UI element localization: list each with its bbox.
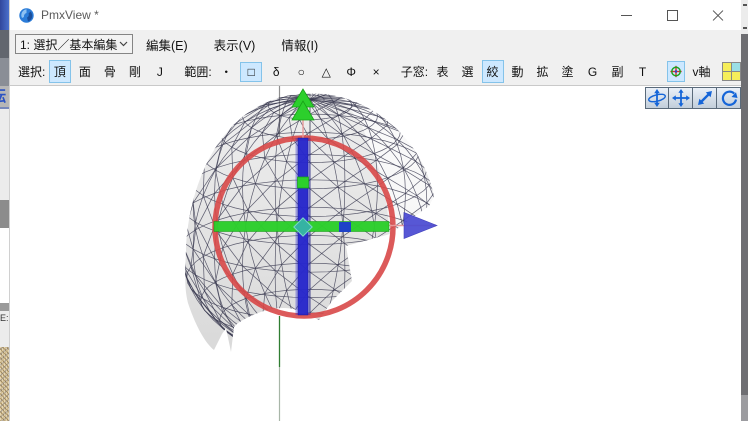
toolbar: 選択: 頂 面 骨 剛 J 範囲: ・ □ δ ○ △ Φ × 子窓: 表 選 … xyxy=(10,58,741,86)
maximize-icon xyxy=(667,10,678,21)
menu-view[interactable]: 表示(V) xyxy=(201,31,269,58)
subwin-filter-button[interactable]: 絞 xyxy=(482,60,504,83)
pmxview-window: PmxView * 1: 選択／基本編集 編集(E) 表示(V) 情報(I) 選… xyxy=(9,0,741,421)
range-delta-button[interactable]: δ xyxy=(265,62,287,82)
subwin-select-button[interactable]: 選 xyxy=(457,60,479,83)
gizmo-x-handle[interactable] xyxy=(339,222,351,232)
range-cross-button[interactable]: × xyxy=(365,62,387,82)
minimize-icon xyxy=(621,15,632,16)
gizmo-y-handle[interactable] xyxy=(298,177,309,188)
select-face-button[interactable]: 面 xyxy=(74,60,96,83)
scene-canvas[interactable] xyxy=(10,86,741,421)
chevron-down-icon xyxy=(119,41,128,47)
pan-icon xyxy=(672,89,690,107)
clipped-label-fragment: E: xyxy=(0,311,9,347)
close-button[interactable] xyxy=(695,0,741,30)
subwin-paint-button[interactable]: 塗 xyxy=(557,60,579,83)
quad-view-icon xyxy=(722,62,741,81)
maximize-button[interactable] xyxy=(649,0,695,30)
range-rect-button[interactable]: □ xyxy=(240,62,262,82)
axis-gizmo-icon xyxy=(670,63,682,80)
subwindow-group-label: 子窓: xyxy=(401,63,428,80)
gizmo-toggle-button[interactable] xyxy=(667,61,685,82)
range-phi-button[interactable]: Φ xyxy=(340,62,362,82)
edit-mode-dropdown[interactable]: 1: 選択／基本編集 xyxy=(15,34,133,54)
pan-button[interactable] xyxy=(669,87,693,109)
titlebar[interactable]: PmxView * xyxy=(10,0,741,30)
v-axis-button[interactable]: v軸 xyxy=(688,60,710,83)
subwin-expand-button[interactable]: 拡 xyxy=(532,60,554,83)
subwin-t-button[interactable]: T xyxy=(632,62,654,82)
menu-edit[interactable]: 編集(E) xyxy=(133,31,201,58)
edit-mode-value: 1: 選択／基本編集 xyxy=(20,36,119,53)
select-rigid-button[interactable]: 剛 xyxy=(124,60,146,83)
app-icon xyxy=(18,7,35,24)
background-window-right-strip xyxy=(741,0,748,421)
minimize-button[interactable] xyxy=(603,0,649,30)
range-dot-button[interactable]: ・ xyxy=(215,60,237,83)
roll-rotate-button[interactable] xyxy=(717,87,741,109)
roll-rotate-icon xyxy=(720,89,738,107)
menu-info[interactable]: 情報(I) xyxy=(268,31,331,58)
gizmo-right-arrow[interactable] xyxy=(404,213,437,239)
subwin-view-button[interactable]: 表 xyxy=(432,60,454,83)
select-bone-button[interactable]: 骨 xyxy=(99,60,121,83)
background-window-left-strip: 転 E: xyxy=(0,0,9,421)
zoom-dolly-icon xyxy=(696,89,714,107)
view-nav-buttons xyxy=(645,87,741,109)
close-icon xyxy=(712,9,724,21)
subwin-motion-button[interactable]: 動 xyxy=(507,60,529,83)
range-circle-button[interactable]: ○ xyxy=(290,62,312,82)
screen: 転 E: PmxView * xyxy=(0,0,748,421)
range-group-label: 範囲: xyxy=(184,63,211,80)
select-joint-button[interactable]: J xyxy=(149,62,171,82)
orbit-rotate-button[interactable] xyxy=(645,87,669,109)
subwin-sub-button[interactable]: 副 xyxy=(607,60,629,83)
subwin-g-button[interactable]: G xyxy=(582,62,604,82)
menubar: 1: 選択／基本編集 編集(E) 表示(V) 情報(I) xyxy=(10,30,741,58)
range-triangle-button[interactable]: △ xyxy=(315,62,337,82)
behind-titlebar-fragment xyxy=(0,0,9,30)
viewport-3d[interactable] xyxy=(10,86,741,421)
clipped-kanji-fragment: 転 xyxy=(0,86,9,107)
gizmo-up-arrow[interactable] xyxy=(292,89,314,120)
select-group-label: 選択: xyxy=(18,63,45,80)
texture-fragment xyxy=(0,347,9,421)
orbit-rotate-icon xyxy=(647,89,667,107)
zoom-dolly-button[interactable] xyxy=(693,87,717,109)
window-title: PmxView * xyxy=(41,8,603,22)
quad-view-button[interactable] xyxy=(723,60,741,83)
select-vertex-button[interactable]: 頂 xyxy=(49,60,71,83)
